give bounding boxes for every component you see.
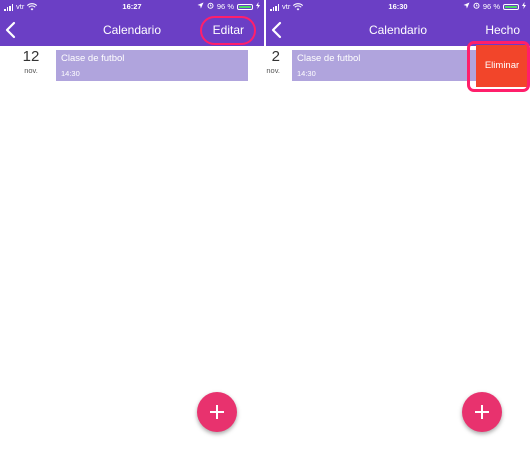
- status-right: 96 %: [463, 0, 526, 14]
- event-title: Clase de futbol: [297, 53, 361, 64]
- event-month: nov.: [266, 66, 280, 75]
- battery-percentage: 96 %: [216, 2, 234, 11]
- app-header: vtr 16:30 96 % Calendario Hecho: [266, 0, 530, 46]
- add-event-button[interactable]: [197, 392, 237, 432]
- edit-highlight-ring: [200, 16, 256, 45]
- event-day: 2: [271, 48, 280, 65]
- calendar-screen-before-edit: vtr 16:27 96 % Calendario Editar 12 nov.…: [0, 0, 264, 450]
- event-card[interactable]: Clase de futbol 14:30: [292, 50, 476, 81]
- alarm-icon: [207, 0, 214, 14]
- event-title: Clase de futbol: [61, 53, 125, 64]
- add-event-button[interactable]: [462, 392, 502, 432]
- event-day: 12: [22, 48, 40, 65]
- event-month: nov.: [24, 66, 38, 75]
- location-arrow-icon: [197, 0, 204, 14]
- alarm-icon: [473, 0, 480, 14]
- battery-icon: [503, 4, 519, 10]
- battery-icon: [237, 4, 253, 10]
- status-bar: vtr 16:30 96 %: [266, 0, 530, 14]
- plus-icon: [210, 405, 224, 419]
- delete-highlight-ring: [467, 41, 530, 92]
- bolt-icon: [256, 0, 260, 14]
- event-date: 2 nov.: [266, 48, 280, 76]
- location-arrow-icon: [463, 0, 470, 14]
- event-time: 14:30: [297, 69, 316, 78]
- status-right: 96 %: [197, 0, 260, 14]
- calendar-screen-edit-mode: vtr 16:30 96 % Calendario Hecho 2 nov. C…: [266, 0, 530, 450]
- status-bar: vtr 16:27 96 %: [0, 0, 264, 14]
- bolt-icon: [522, 0, 526, 14]
- plus-icon: [475, 405, 489, 419]
- event-date: 12 nov.: [16, 48, 46, 76]
- event-card[interactable]: Clase de futbol 14:30: [56, 50, 248, 81]
- event-time: 14:30: [61, 69, 80, 78]
- battery-percentage: 96 %: [482, 2, 500, 11]
